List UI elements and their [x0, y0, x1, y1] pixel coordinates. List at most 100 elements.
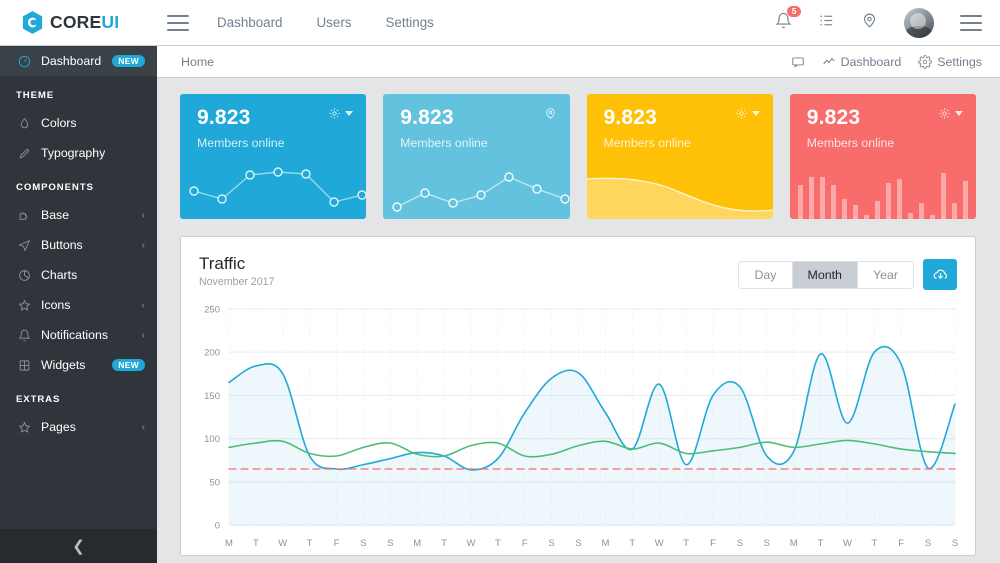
hamburger-line — [167, 22, 189, 24]
cursor-icon — [16, 239, 32, 252]
sidebar-item-widgets[interactable]: Widgets NEW — [0, 350, 157, 380]
sidebar-toggler-button[interactable] — [167, 15, 189, 31]
sidebar-minimizer-button[interactable]: ❮ — [0, 529, 157, 563]
star-icon — [16, 299, 32, 312]
cloud-download-icon — [932, 266, 949, 283]
sidebar-item-label: Typography — [41, 146, 145, 160]
svg-text:W: W — [467, 538, 476, 549]
nav-link-settings[interactable]: Settings — [385, 15, 433, 30]
sidebar-nav: Dashboard NEW THEME Colors Typogr — [0, 46, 157, 529]
pencil-icon — [16, 147, 32, 160]
stat-card-bar-chart — [790, 171, 975, 219]
svg-text:50: 50 — [209, 477, 220, 488]
svg-text:S: S — [925, 538, 931, 549]
timeframe-month-button[interactable]: Month — [792, 261, 857, 289]
sidebar-item-icons[interactable]: Icons ‹ — [0, 290, 157, 320]
sidebar-badge-new: NEW — [112, 359, 145, 372]
sidebar-item-label: Dashboard — [41, 54, 112, 68]
svg-text:T: T — [307, 538, 313, 549]
list-icon[interactable] — [818, 12, 835, 34]
sidebar-item-label: Pages — [41, 420, 142, 434]
svg-text:200: 200 — [204, 348, 220, 359]
timeframe-year-button[interactable]: Year — [857, 261, 914, 289]
chevron-left-icon: ‹ — [142, 240, 145, 251]
coreui-logo-icon — [22, 11, 43, 34]
navbar-links: Dashboard Users Settings — [217, 15, 434, 30]
breadcrumb-settings-link[interactable]: Settings — [918, 55, 982, 69]
aside-toggler-button[interactable] — [960, 15, 982, 31]
stat-value: 9.823 — [604, 107, 658, 128]
svg-text:F: F — [334, 538, 340, 549]
sidebar-item-typography[interactable]: Typography — [0, 138, 157, 168]
breadcrumb: Home Dashboard Settings — [157, 46, 1000, 78]
brand-logo[interactable]: COREUI — [0, 0, 157, 45]
stat-card-menu-button[interactable] — [735, 107, 760, 120]
sidebar-item-label: Notifications — [41, 328, 142, 342]
stat-card-menu-button[interactable] — [328, 107, 353, 120]
svg-text:M: M — [225, 538, 233, 549]
timeframe-day-button[interactable]: Day — [738, 261, 791, 289]
sidebar-title-theme: THEME — [0, 76, 157, 108]
sidebar-item-base[interactable]: Base ‹ — [0, 200, 157, 230]
traffic-card: Traffic November 2017 Day Month Year — [180, 236, 976, 556]
sidebar: Dashboard NEW THEME Colors Typogr — [0, 46, 157, 563]
svg-text:S: S — [548, 538, 554, 549]
svg-text:F: F — [710, 538, 716, 549]
nav-link-dashboard[interactable]: Dashboard — [217, 15, 283, 30]
gear-icon — [938, 107, 951, 120]
chevron-left-icon: ‹ — [142, 422, 145, 433]
drop-icon — [16, 117, 32, 130]
gear-icon — [918, 55, 932, 69]
stat-label: Members online — [400, 136, 487, 150]
stat-card-location-button[interactable] — [544, 107, 557, 120]
svg-text:T: T — [441, 538, 447, 549]
sidebar-item-label: Widgets — [41, 358, 112, 372]
svg-text:T: T — [253, 538, 259, 549]
bell-icon[interactable]: 5 — [775, 12, 792, 34]
calculator-icon — [16, 359, 32, 372]
sidebar-item-notifications[interactable]: Notifications ‹ — [0, 320, 157, 350]
svg-text:S: S — [952, 538, 958, 549]
stat-card-members-online-2: 9.823 Members online — [383, 94, 569, 219]
chevron-left-icon: ‹ — [142, 330, 145, 341]
sidebar-item-charts[interactable]: Charts — [0, 260, 157, 290]
speech-bubble-icon[interactable] — [791, 55, 805, 69]
svg-text:W: W — [655, 538, 664, 549]
navbar-right-actions: 5 — [775, 8, 1000, 38]
graph-icon — [822, 55, 836, 69]
breadcrumb-dashboard-link[interactable]: Dashboard — [822, 55, 902, 69]
traffic-chart: 050100150200250MTWTFSSMTWTFSSMTWTFSSMTWT… — [181, 295, 975, 555]
svg-text:F: F — [522, 538, 528, 549]
stat-card-members-online-3: 9.823 Members online — [587, 94, 773, 219]
chevron-left-icon: ‹ — [142, 210, 145, 221]
sidebar-item-pages[interactable]: Pages ‹ — [0, 412, 157, 442]
stat-card-area-chart — [587, 157, 773, 219]
sidebar-item-label: Icons — [41, 298, 142, 312]
svg-text:T: T — [871, 538, 877, 549]
stat-card-menu-button[interactable] — [938, 107, 963, 120]
svg-text:M: M — [601, 538, 609, 549]
pie-chart-icon — [16, 269, 32, 282]
avatar[interactable] — [904, 8, 934, 38]
svg-text:S: S — [737, 538, 743, 549]
stat-card-sparkline — [383, 157, 569, 219]
sidebar-item-colors[interactable]: Colors — [0, 108, 157, 138]
sidebar-item-dashboard[interactable]: Dashboard NEW — [0, 46, 157, 76]
location-pin-icon[interactable] — [861, 12, 878, 34]
stat-cards-row: 9.823 Members online — [180, 94, 976, 219]
sidebar-item-buttons[interactable]: Buttons ‹ — [0, 230, 157, 260]
sidebar-item-label: Base — [41, 208, 142, 222]
svg-text:W: W — [843, 538, 852, 549]
stat-card-members-online-1: 9.823 Members online — [180, 94, 366, 219]
traffic-line-chart: 050100150200250MTWTFSSMTWTFSSMTWTFSSMTWT… — [181, 295, 975, 555]
svg-text:0: 0 — [215, 521, 220, 532]
svg-text:T: T — [818, 538, 824, 549]
sidebar-item-label: Buttons — [41, 238, 142, 252]
download-button[interactable] — [923, 259, 957, 290]
nav-link-users[interactable]: Users — [317, 15, 352, 30]
svg-text:S: S — [575, 538, 581, 549]
svg-text:100: 100 — [204, 434, 220, 445]
chevron-down-icon — [752, 111, 760, 116]
svg-text:T: T — [629, 538, 635, 549]
sidebar-item-label: Colors — [41, 116, 145, 130]
